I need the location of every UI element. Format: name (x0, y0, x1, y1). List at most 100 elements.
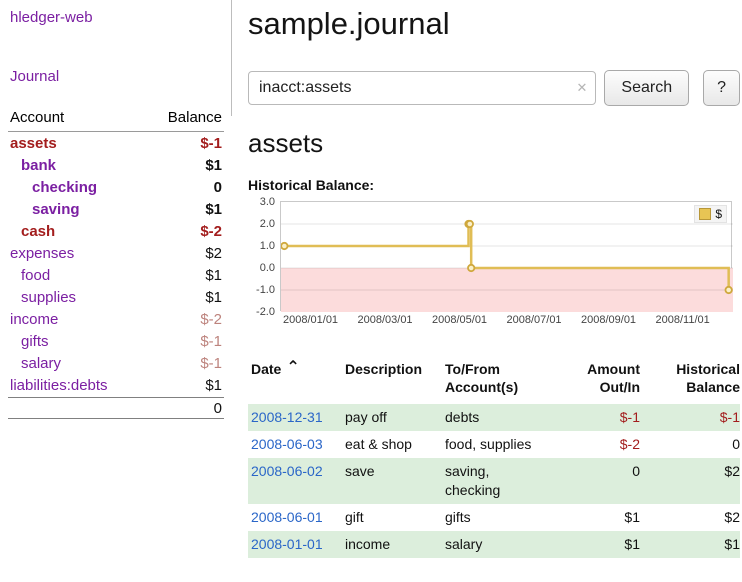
account-link[interactable]: assets (10, 135, 57, 152)
register-header-date[interactable]: Date ⌃ (248, 360, 345, 396)
register-row: 2008-06-02savesaving, checking0$2 (248, 458, 740, 504)
register-balance: $1 (640, 535, 740, 554)
accounts-header-account: Account (10, 109, 64, 126)
account-balance: $-2 (200, 223, 222, 240)
account-link[interactable]: food (21, 267, 50, 284)
account-balance: $-1 (200, 135, 222, 152)
main-content: sample.journal ✕ Search ? assets Histori… (248, 0, 740, 558)
legend-swatch-icon (699, 208, 711, 220)
register-row: 2008-06-01giftgifts$1$2 (248, 504, 740, 531)
legend-label: $ (715, 207, 722, 221)
register-description: gift (345, 508, 445, 527)
account-link[interactable]: salary (21, 355, 61, 372)
account-row: liabilities:debts$1 (8, 374, 224, 396)
account-row: checking 0 (8, 176, 224, 198)
search-input-wrap: ✕ (248, 71, 596, 105)
account-link[interactable]: expenses (10, 245, 74, 262)
register-date-link[interactable]: 2008-01-01 (248, 535, 345, 554)
account-balance: $1 (205, 201, 222, 218)
account-balance: $1 (205, 267, 222, 284)
register-accounts: salary (445, 535, 570, 554)
register-header-accounts: To/From Account(s) (445, 360, 570, 396)
register-date-link[interactable]: 2008-06-01 (248, 508, 345, 527)
sidebar: hledger-web Journal Account Balance asse… (0, 0, 232, 419)
account-link[interactable]: liabilities:debts (10, 377, 108, 394)
chart-y-axis: 3.02.01.00.0-1.0-2.0 (248, 201, 280, 311)
register-amount: $-1 (570, 408, 640, 427)
register-body: 2008-12-31pay offdebts$-1$-12008-06-03ea… (248, 404, 740, 558)
register-header-amount: Amount Out/In (570, 360, 640, 396)
account-link[interactable]: income (10, 311, 58, 328)
chart-svg (281, 202, 733, 312)
y-axis-label: -2.0 (256, 306, 275, 318)
clear-search-icon[interactable]: ✕ (576, 81, 587, 94)
register-balance: $2 (640, 508, 740, 527)
register-amount: $1 (570, 508, 640, 527)
account-link[interactable]: cash (21, 223, 55, 240)
accounts-panel: Account Balance assets $-1 bank $1 checking 0… (8, 109, 224, 419)
register-accounts: saving, checking (445, 462, 570, 500)
account-link[interactable]: checking (32, 179, 97, 196)
register-header-date-label: Date (251, 360, 281, 378)
y-axis-label: 0.0 (260, 262, 275, 274)
register-header-row: Date ⌃ Description To/From Account(s) Am… (248, 360, 740, 404)
chart-plot-area: $ (280, 201, 732, 311)
sidebar-item-journal[interactable]: Journal (10, 68, 232, 85)
help-button[interactable]: ? (703, 70, 740, 106)
x-axis-label: 2008/03/01 (358, 314, 413, 326)
accounts-total-row: 0 (8, 397, 224, 419)
register-row: 2008-01-01incomesalary$1$1 (248, 531, 740, 558)
y-axis-label: 3.0 (260, 196, 275, 208)
search-button[interactable]: Search (604, 70, 689, 106)
accounts-header-row: Account Balance (8, 109, 224, 132)
account-balance: $1 (205, 157, 222, 174)
account-row: salary$-1 (8, 352, 224, 374)
hledger-web-app: hledger-web Journal Account Balance asse… (0, 0, 742, 582)
y-axis-label: -1.0 (256, 284, 275, 296)
account-balance: $-2 (200, 311, 222, 328)
x-axis-label: 2008/01/01 (283, 314, 338, 326)
account-link[interactable]: gifts (21, 333, 49, 350)
x-axis-label: 2008/11/01 (656, 314, 710, 326)
register-date-link[interactable]: 2008-06-03 (248, 435, 345, 454)
account-balance: 0 (214, 179, 222, 196)
register-date-link[interactable]: 2008-06-02 (248, 462, 345, 500)
register-table: Date ⌃ Description To/From Account(s) Am… (248, 360, 740, 558)
register-amount: 0 (570, 462, 640, 500)
register-accounts: debts (445, 408, 570, 427)
search-input[interactable] (248, 71, 596, 105)
app-title-link[interactable]: hledger-web (10, 9, 232, 26)
sort-ascending-icon: ⌃ (286, 360, 299, 376)
register-accounts: gifts (445, 508, 570, 527)
chart-title: Historical Balance: (248, 177, 740, 193)
y-axis-label: 1.0 (260, 240, 275, 252)
account-row: gifts $-1 (8, 330, 224, 352)
register-description: save (345, 462, 445, 500)
register-date-link[interactable]: 2008-12-31 (248, 408, 345, 427)
account-table-body: assets $-1 bank $1 checking 0 saving $1 cash $-2 e… (8, 132, 224, 396)
register-header-description: Description (345, 360, 445, 396)
x-axis-label: 2008/05/01 (432, 314, 487, 326)
register-amount: $-2 (570, 435, 640, 454)
register-row: 2008-12-31pay offdebts$-1$-1 (248, 404, 740, 431)
account-balance: $-1 (200, 333, 222, 350)
register-row: 2008-06-03eat & shopfood, supplies$-20 (248, 431, 740, 458)
accounts-header-balance: Balance (168, 109, 222, 126)
account-link[interactable]: saving (32, 201, 80, 218)
x-axis-label: 2008/09/01 (581, 314, 636, 326)
account-link[interactable]: bank (21, 157, 56, 174)
register-balance: $-1 (640, 408, 740, 427)
register-description: pay off (345, 408, 445, 427)
account-row: income $-2 (8, 308, 224, 330)
register-header-balance: Historical Balance (640, 360, 740, 396)
account-link[interactable]: supplies (21, 289, 76, 306)
register-description: income (345, 535, 445, 554)
account-row: bank $1 (8, 154, 224, 176)
account-row: saving $1 (8, 198, 224, 220)
account-row: expenses$2 (8, 242, 224, 264)
account-row: supplies $1 (8, 286, 224, 308)
register-balance: $2 (640, 462, 740, 500)
account-balance: $1 (205, 289, 222, 306)
x-axis-label: 2008/07/01 (507, 314, 562, 326)
sidebar-divider (231, 0, 232, 116)
